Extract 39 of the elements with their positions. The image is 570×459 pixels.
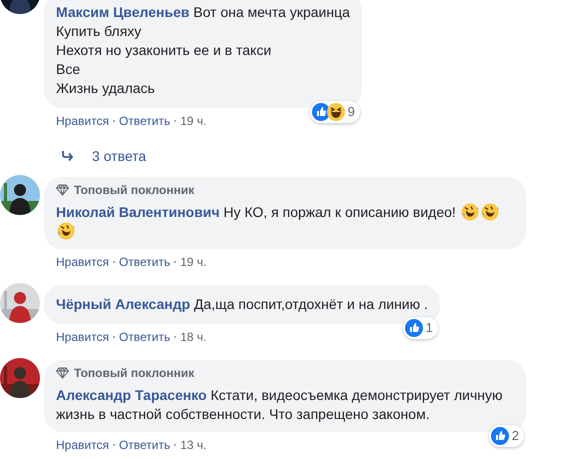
reactions-badge[interactable]: 2 (488, 425, 524, 447)
reply-link[interactable]: Ответить (118, 437, 170, 453)
timestamp-link[interactable]: 19 ч. (180, 113, 207, 129)
like-link[interactable]: Нравится (56, 254, 109, 270)
laughing-emoji-icon (460, 203, 479, 221)
reaction-count: 2 (512, 428, 519, 444)
reply-link[interactable]: Ответить (118, 329, 170, 345)
fan-badge-label: Топовый поклонник (74, 182, 194, 198)
thumbs-up-icon (312, 103, 330, 121)
comment-text: Александр Тарасенко Кстати, видеосъемка демонстрирует личную жизнь в частной собственности. Что запрещено законом. (56, 386, 504, 424)
author-link[interactable]: Александр Тарасенко (56, 387, 207, 403)
timestamp-link[interactable]: 13 ч. (180, 437, 207, 453)
grinning-face-icon (326, 103, 345, 121)
reaction-count: 9 (348, 104, 355, 120)
reactions-badge[interactable]: 9 (310, 101, 360, 123)
author-link[interactable]: Максим Цвеленьев (56, 4, 190, 20)
comment-text: Максим Цвеленьев Вот она мечта украинца Купить бляху Нехотя но узаконить ее и в такси Все Жизнь удалась (56, 3, 350, 98)
reactions-badge[interactable]: 1 (402, 317, 438, 339)
like-link[interactable]: Нравится (56, 329, 109, 345)
diamond-icon (56, 184, 69, 196)
author-link[interactable]: Чёрный Александр (56, 296, 190, 312)
like-link[interactable]: Нравится (56, 113, 109, 129)
thumbs-up-icon (490, 427, 509, 445)
like-link[interactable]: Нравится (56, 437, 109, 453)
comment-text: Чёрный Александр Да,ща поспит,отдохнёт и на линию . (56, 295, 428, 314)
thumbs-up-icon (404, 319, 423, 337)
author-link[interactable]: Николай Валентинович (56, 204, 220, 220)
fan-badge-label: Топовый поклонник (74, 365, 194, 381)
diamond-icon (56, 367, 69, 379)
reply-link[interactable]: Ответить (118, 254, 170, 270)
view-replies-link[interactable]: 3 ответа (62, 147, 570, 165)
comment-text: Николай Валентинович Ну КО, я поржал к описанию видео! (56, 203, 514, 241)
reply-link[interactable]: Ответить (118, 113, 170, 129)
laughing-emoji-icon (57, 222, 75, 240)
laughing-emoji-icon (480, 203, 499, 221)
reply-arrow-icon (62, 151, 76, 161)
reaction-count: 1 (426, 320, 433, 336)
timestamp-link[interactable]: 19 ч. (180, 254, 207, 270)
timestamp-link[interactable]: 18 ч. (180, 329, 207, 345)
